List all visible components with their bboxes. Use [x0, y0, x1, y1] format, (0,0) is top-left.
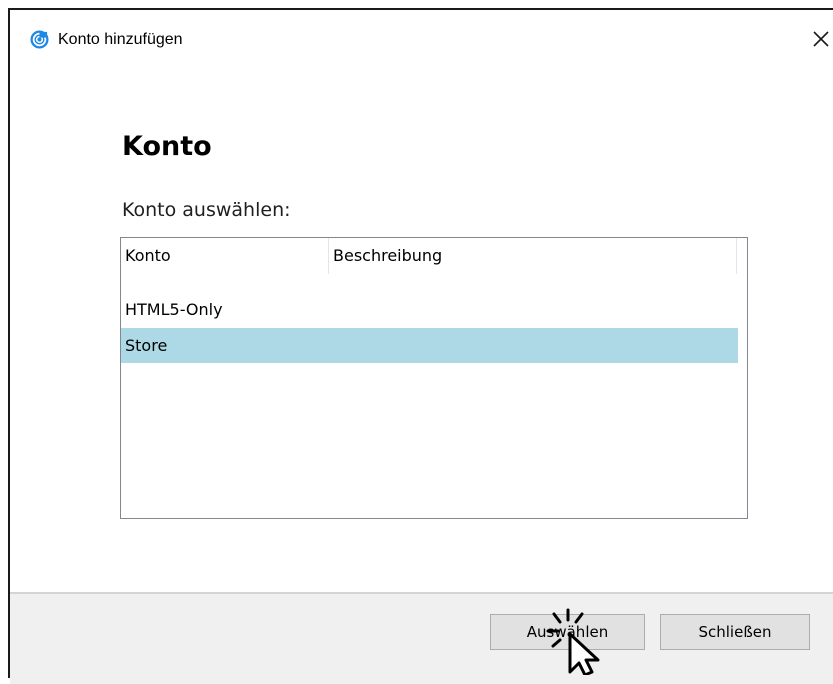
select-button[interactable]: Auswählen [490, 614, 645, 650]
window-title: Konto hinzufügen [58, 31, 183, 48]
account-list[interactable]: Konto Beschreibung HTML5-Only Store [120, 237, 748, 519]
column-header-konto[interactable]: Konto [121, 238, 329, 274]
list-item[interactable]: HTML5-Only [121, 292, 738, 327]
page-title: Konto [122, 131, 212, 162]
close-button[interactable]: Schließen [660, 614, 810, 650]
dialog-footer: Auswählen Schließen [10, 592, 833, 684]
title-bar[interactable]: Konto hinzufügen [10, 10, 833, 68]
list-item-label: Store [125, 336, 168, 355]
dialog-window: Konto hinzufügen Konto Konto auswählen: … [8, 8, 833, 684]
list-item-selected[interactable]: Store [121, 328, 738, 363]
column-header-beschreibung[interactable]: Beschreibung [329, 238, 737, 274]
refresh-swirl-icon [30, 30, 49, 49]
close-icon[interactable] [808, 26, 833, 52]
list-item-label: HTML5-Only [125, 300, 223, 319]
account-select-label: Konto auswählen: [122, 199, 291, 221]
list-header: Konto Beschreibung [121, 238, 747, 274]
